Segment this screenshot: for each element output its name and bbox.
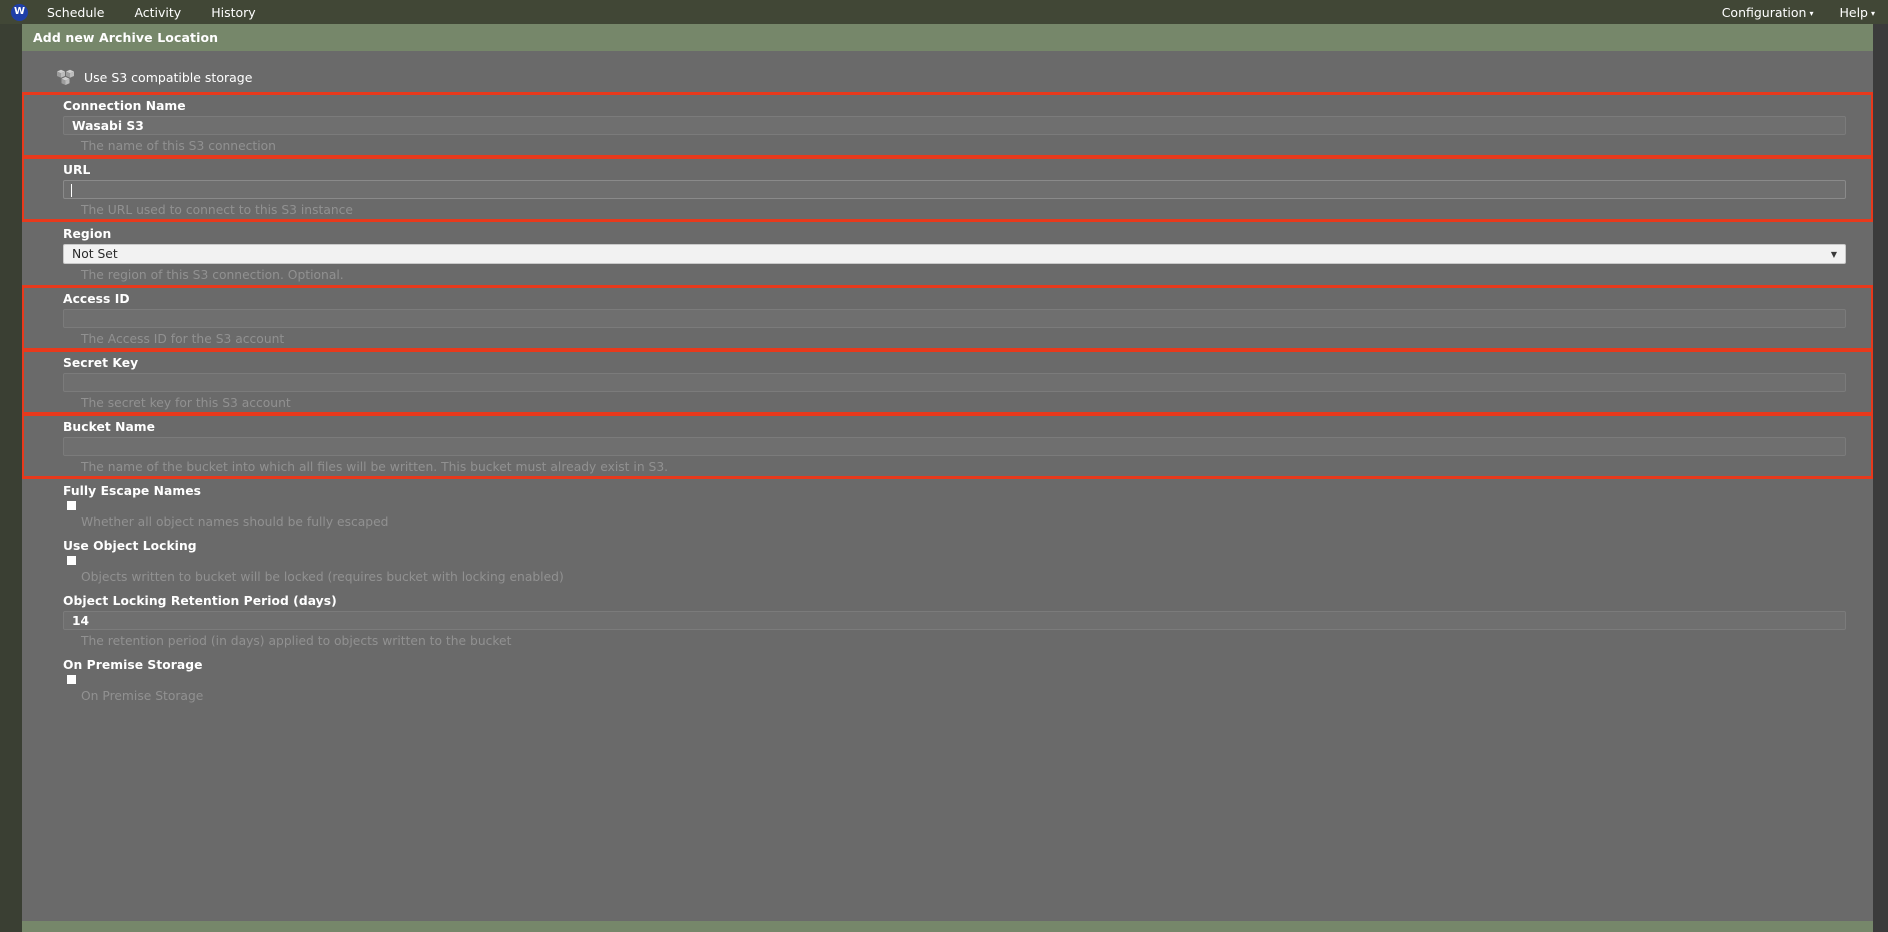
- nav-schedule[interactable]: Schedule: [32, 2, 119, 23]
- page-header-bar: Add new Archive Location: [22, 24, 1873, 51]
- field-connection-name: Connection Name The name of this S3 conn…: [22, 92, 1873, 158]
- label-use-object-locking: Use Object Locking: [63, 539, 197, 553]
- field-use-object-locking: Use Object Locking Objects written to bu…: [22, 533, 1873, 588]
- storage-type-label: Use S3 compatible storage: [84, 70, 253, 85]
- label-region: Region: [63, 227, 112, 241]
- field-access-id: Access ID The Access ID for the S3 accou…: [22, 285, 1873, 351]
- s3-bucket-icon: [56, 69, 75, 86]
- nav-right-group: Configuration ▾ Help ▾: [1696, 0, 1888, 24]
- help-secret-key: The secret key for this S3 account: [81, 396, 291, 410]
- secret-key-input[interactable]: [63, 373, 1846, 392]
- field-object-locking-retention-period: Object Locking Retention Period (days) T…: [22, 588, 1873, 652]
- nav-history[interactable]: History: [196, 2, 270, 23]
- nav-configuration-label: Configuration: [1721, 4, 1807, 20]
- label-on-premise-storage: On Premise Storage: [63, 658, 203, 672]
- on-premise-storage-checkbox[interactable]: [67, 675, 76, 684]
- connection-name-input[interactable]: [63, 116, 1846, 135]
- chevron-down-icon: ▾: [1870, 8, 1875, 18]
- label-url: URL: [63, 163, 91, 177]
- text-cursor: [71, 184, 72, 197]
- label-object-locking-retention-period: Object Locking Retention Period (days): [63, 594, 337, 608]
- url-input[interactable]: [63, 180, 1846, 199]
- app-logo-icon[interactable]: W: [11, 3, 28, 21]
- region-select[interactable]: Not Set ▼: [63, 244, 1846, 264]
- help-object-locking-retention-period: The retention period (in days) applied t…: [81, 634, 512, 648]
- page-title: Add new Archive Location: [33, 30, 219, 45]
- vertical-scrollbar[interactable]: [1873, 24, 1888, 932]
- field-region: Region Not Set ▼ The region of this S3 c…: [22, 221, 1873, 286]
- help-connection-name: The name of this S3 connection: [81, 139, 276, 153]
- nav-help-label: Help: [1839, 4, 1868, 20]
- use-object-locking-checkbox[interactable]: [67, 556, 76, 565]
- fully-escape-names-checkbox[interactable]: [67, 501, 76, 510]
- top-navigation-bar: W Schedule Activity History Configuratio…: [0, 0, 1888, 24]
- help-on-premise-storage: On Premise Storage: [81, 689, 204, 703]
- help-access-id: The Access ID for the S3 account: [81, 332, 285, 346]
- field-secret-key: Secret Key The secret key for this S3 ac…: [22, 349, 1873, 415]
- object-locking-retention-period-input[interactable]: [63, 611, 1846, 630]
- label-bucket-name: Bucket Name: [63, 420, 156, 434]
- archive-location-form: Connection Name The name of this S3 conn…: [22, 92, 1873, 707]
- label-access-id: Access ID: [63, 292, 130, 306]
- nav-configuration[interactable]: Configuration ▾: [1709, 2, 1827, 23]
- nav-activity[interactable]: Activity: [119, 2, 196, 23]
- bottom-action-bar: [22, 921, 1873, 932]
- left-rail: [0, 24, 22, 932]
- access-id-input[interactable]: [63, 309, 1846, 328]
- field-url: URL The URL used to connect to this S3 i…: [22, 156, 1873, 222]
- storage-type-header: Use S3 compatible storage: [22, 51, 1873, 93]
- chevron-down-icon: ▼: [1830, 249, 1837, 259]
- chevron-down-icon: ▾: [1809, 8, 1814, 18]
- label-secret-key: Secret Key: [63, 356, 139, 370]
- help-region: The region of this S3 connection. Option…: [81, 268, 344, 282]
- nav-help[interactable]: Help ▾: [1826, 2, 1888, 23]
- nav-left-group: W Schedule Activity History: [0, 2, 271, 23]
- label-fully-escape-names: Fully Escape Names: [63, 484, 201, 498]
- main-content: Use S3 compatible storage Connection Nam…: [22, 51, 1873, 921]
- field-fully-escape-names: Fully Escape Names Whether all object na…: [22, 478, 1873, 533]
- region-select-value: Not Set: [72, 247, 118, 261]
- help-fully-escape-names: Whether all object names should be fully…: [81, 515, 389, 529]
- help-url: The URL used to connect to this S3 insta…: [81, 203, 353, 217]
- help-bucket-name: The name of the bucket into which all fi…: [81, 460, 669, 474]
- label-connection-name: Connection Name: [63, 99, 186, 113]
- field-on-premise-storage: On Premise Storage On Premise Storage: [22, 652, 1873, 707]
- bucket-name-input[interactable]: [63, 437, 1846, 456]
- field-bucket-name: Bucket Name The name of the bucket into …: [22, 413, 1873, 479]
- help-use-object-locking: Objects written to bucket will be locked…: [81, 570, 564, 584]
